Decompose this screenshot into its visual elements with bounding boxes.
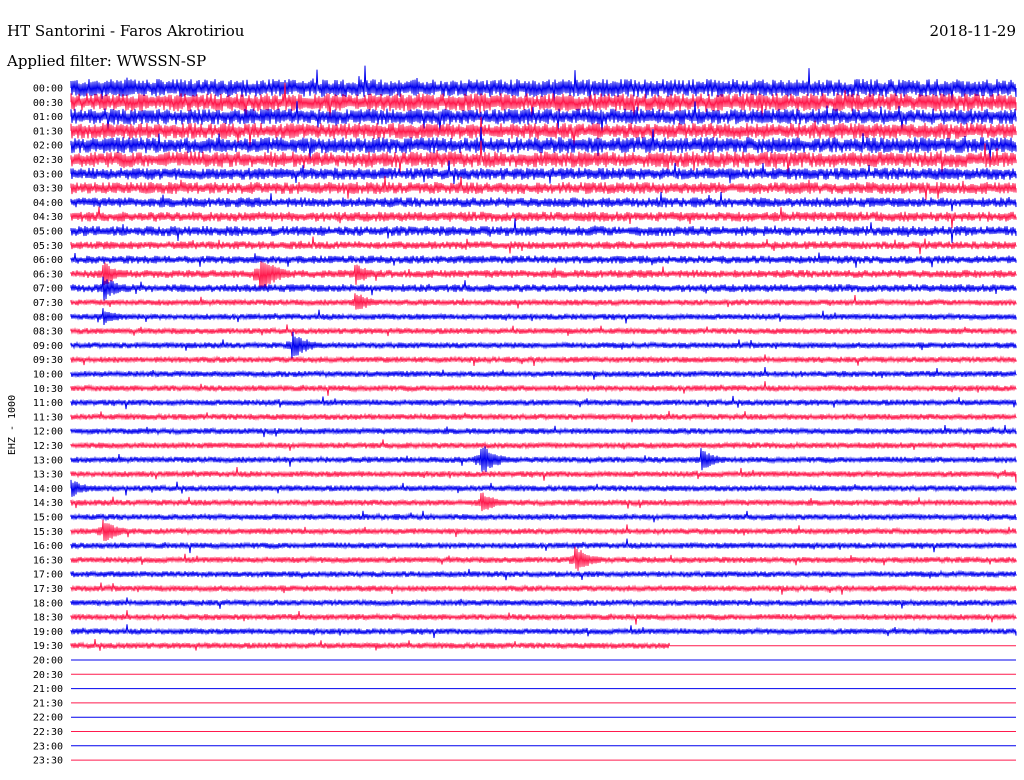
row-time-label: 05:30 [33,241,63,252]
row-time-label: 19:30 [33,641,63,652]
row-time-label: 06:00 [33,255,63,266]
seismic-trace-row [70,538,1017,554]
row-time-label: 20:00 [33,656,63,667]
seismic-trace-row [70,568,1017,581]
seismic-trace-row [70,519,1017,542]
seismic-trace-row [70,236,1017,255]
row-time-label: 18:00 [33,598,63,609]
row-time-label: 08:30 [33,327,63,338]
row-time-label: 04:30 [33,212,63,223]
seismic-trace-row [70,466,1017,483]
row-time-label: 23:00 [33,741,63,752]
row-time-label: 19:00 [33,627,63,638]
row-time-label: 04:00 [33,198,63,209]
seismic-trace-row [70,410,1017,423]
seismic-trace-row [70,510,1017,523]
seismic-trace-row [70,582,1017,595]
row-time-label: 01:30 [33,126,63,137]
seismic-trace-row [70,354,1017,366]
row-time-label: 23:30 [33,756,63,767]
seismic-trace-row [70,479,1017,497]
row-time-label: 05:00 [33,227,63,238]
seismic-trace-row [70,308,1017,326]
row-time-label: 06:30 [33,269,63,280]
row-time-label: 02:30 [33,155,63,166]
row-time-label: 03:00 [33,169,63,180]
row-time-label: 17:30 [33,584,63,595]
row-time-label: 15:30 [33,527,63,538]
row-time-label: 00:00 [33,84,63,95]
row-time-label: 07:00 [33,284,63,295]
row-time-label: 17:00 [33,570,63,581]
row-time-label: 21:30 [33,698,63,709]
seismic-trace-row [70,381,1017,396]
row-time-label: 14:00 [33,484,63,495]
seismic-trace-row [70,252,1017,268]
row-time-label: 20:30 [33,670,63,681]
row-time-label: 10:00 [33,370,63,381]
row-time-label: 22:30 [33,727,63,738]
row-time-label: 09:30 [33,355,63,366]
row-time-label: 13:00 [33,455,63,466]
seismic-trace-row [70,206,1017,229]
row-time-label: 16:00 [33,541,63,552]
row-time-label: 03:30 [33,184,63,195]
seismic-trace-row [70,446,1017,472]
row-time-label: 16:30 [33,555,63,566]
filter-label: Applied filter: WWSSN-SP [6,52,206,70]
seismic-trace-row [70,276,1017,301]
seismic-trace-row [70,324,1017,337]
row-time-label: 08:00 [33,312,63,323]
row-time-label: 00:30 [33,98,63,109]
row-time-label: 14:30 [33,498,63,509]
row-time-label: 01:00 [33,112,63,123]
seismic-trace-row [70,218,1017,243]
row-time-label: 09:00 [33,341,63,352]
row-time-label: 12:30 [33,441,63,452]
row-time-label: 18:30 [33,613,63,624]
channel-label: EHZ - 1000 [7,395,18,455]
seismic-trace-row [70,293,1017,310]
seismic-trace-row [70,367,1017,380]
row-time-label: 11:00 [33,398,63,409]
seismic-trace-row [70,395,1017,410]
row-time-label: 07:30 [33,298,63,309]
seismic-trace-row [70,624,1017,639]
seismic-trace-row [70,424,1017,438]
row-time-label: 15:00 [33,513,63,524]
row-time-label: 02:00 [33,141,63,152]
helicorder-chart: HT Santorini - Faros Akrotiriou 2018-11-… [6,22,1017,767]
seismic-trace-row [70,546,1017,571]
record-date: 2018-11-29 [930,22,1016,40]
seismic-trace-row [70,638,670,651]
row-time-label: 10:30 [33,384,63,395]
row-time-label: 12:00 [33,427,63,438]
trace-rows: 00:00 00:30 01:00 01:30 02:00 02:30 03:00 03:30… [33,65,1017,767]
row-time-label: 11:30 [33,412,63,423]
seismic-trace-row [70,331,1017,360]
seismic-trace-row [70,175,1017,200]
seismic-trace-row [70,191,1017,212]
row-time-label: 21:00 [33,684,63,695]
station-title: HT Santorini - Faros Akrotiriou [7,22,245,40]
seismic-trace-row [70,439,1017,451]
row-time-label: 22:00 [33,713,63,724]
seismic-trace-row [70,597,1017,609]
seismic-trace-row [70,610,1017,625]
seismic-trace-row [70,492,1017,512]
row-time-label: 13:30 [33,470,63,481]
